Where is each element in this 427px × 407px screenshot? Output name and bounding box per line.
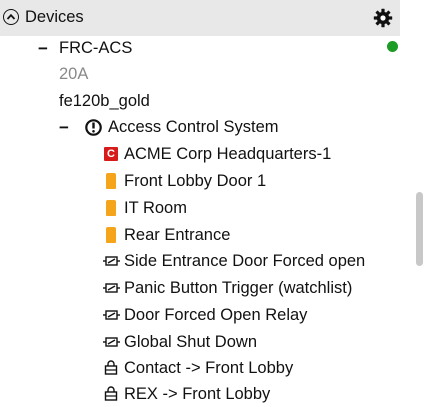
devices-panel: Devices − FRC-ACS 20A fe120b_gold − Acce… (0, 0, 427, 407)
c-badge-icon: C (103, 146, 119, 162)
gear-icon[interactable] (373, 8, 393, 28)
panel-header: Devices (0, 0, 400, 36)
tree-item-it-room[interactable]: IT Room (124, 195, 187, 221)
lock-icon (103, 385, 119, 402)
relay-icon (102, 280, 120, 296)
panel-title: Devices (25, 7, 84, 26)
door-icon (104, 172, 118, 190)
tree-item-acme-corp-headquarters[interactable]: ACME Corp Headquarters-1 (124, 141, 331, 167)
tree-item-frc-acs[interactable]: FRC-ACS (59, 35, 132, 61)
tree-item-side-entrance-relay[interactable]: Side Entrance Door Forced open (124, 248, 365, 274)
collapse-unit-toggle[interactable]: − (38, 40, 48, 57)
tree-item-access-control-system[interactable]: Access Control System (108, 114, 279, 140)
collapse-system-toggle[interactable]: − (59, 119, 69, 136)
tree-item-fe120b-gold[interactable]: fe120b_gold (59, 88, 150, 114)
relay-icon (102, 334, 120, 350)
online-status-icon (387, 41, 398, 52)
power-circle-icon (84, 118, 102, 136)
relay-icon (102, 253, 120, 269)
tree-item-rear-entrance[interactable]: Rear Entrance (124, 222, 230, 248)
lock-icon (103, 359, 119, 376)
tree-item-panic-button-relay[interactable]: Panic Button Trigger (watchlist) (124, 275, 352, 301)
tree-item-20a[interactable]: 20A (59, 61, 88, 87)
door-icon (104, 226, 118, 244)
door-icon (104, 199, 118, 217)
tree-item-door-forced-open-relay[interactable]: Door Forced Open Relay (124, 302, 307, 328)
tree-item-contact-front-lobby[interactable]: Contact -> Front Lobby (124, 355, 293, 381)
tree-item-rex-front-lobby[interactable]: REX -> Front Lobby (124, 381, 270, 407)
tree-item-global-shut-down[interactable]: Global Shut Down (124, 329, 257, 355)
relay-icon (102, 307, 120, 323)
scrollbar-thumb[interactable] (416, 192, 423, 266)
chevron-up-circle-icon[interactable] (3, 9, 19, 25)
tree-item-front-lobby-door[interactable]: Front Lobby Door 1 (124, 168, 266, 194)
